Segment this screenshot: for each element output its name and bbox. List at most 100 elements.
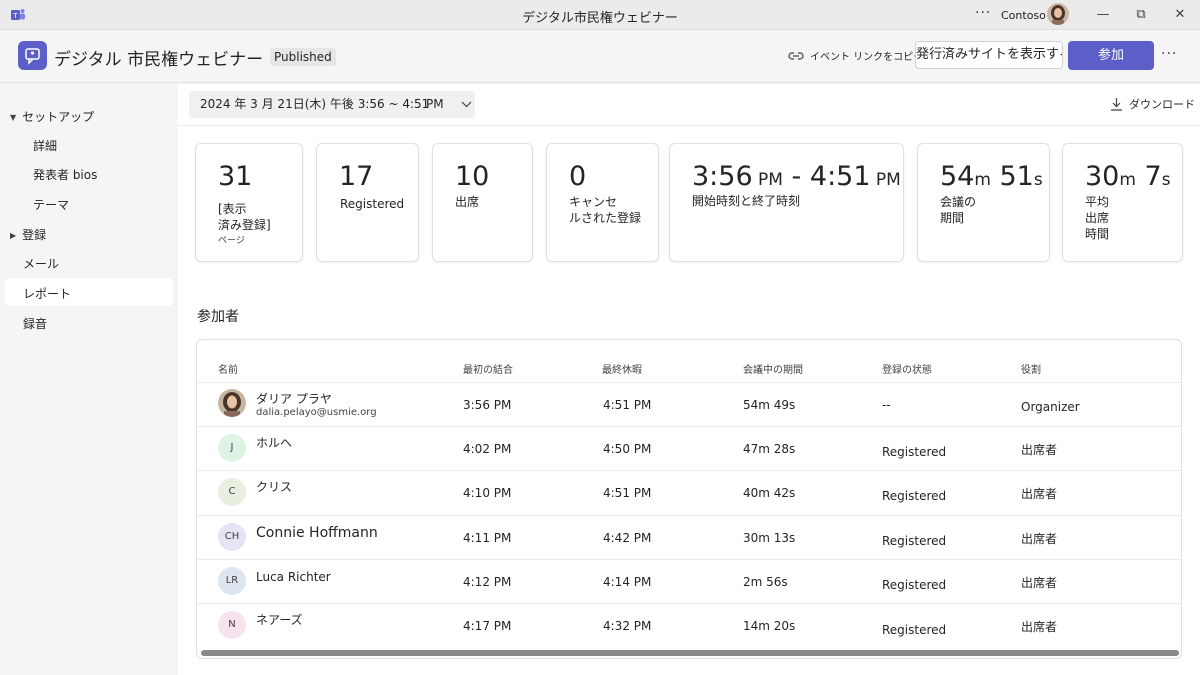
role: 出席者 bbox=[1021, 620, 1058, 634]
webinar-app-icon bbox=[18, 41, 47, 70]
org-name[interactable]: Contoso bbox=[1001, 9, 1046, 22]
first-join: 4:10 PM bbox=[463, 486, 512, 500]
stat-label: 開始時刻と終了時刻 bbox=[692, 194, 801, 208]
stat-card-meeting-duration: 54m 51s 会議の 期間 bbox=[917, 143, 1050, 262]
stat-card-cancelled: 0 キャンセ ルされた登録 bbox=[546, 143, 659, 262]
date-range-suffix: PM bbox=[426, 97, 444, 111]
download-icon bbox=[1111, 98, 1122, 111]
stat-value: 31 bbox=[218, 161, 253, 192]
attendee-name: ホルヘ bbox=[256, 436, 293, 450]
view-published-site-button[interactable]: 発行済みサイトを表示する bbox=[915, 41, 1063, 69]
divider bbox=[178, 125, 1200, 126]
avatar: LR bbox=[218, 567, 246, 595]
caret-down-icon: ▼ bbox=[10, 113, 17, 122]
sidebar-item-label: レポート bbox=[23, 287, 72, 301]
duration: 14m 20s bbox=[743, 619, 796, 633]
registration-status: Registered bbox=[882, 578, 947, 592]
attendee-name: ネアーズ bbox=[256, 613, 303, 627]
date-range-value: 2024 年 3 月 21日(木) 午後 3:56 ~ 4:51 bbox=[200, 97, 430, 111]
minimize-button[interactable]: — bbox=[1093, 5, 1113, 25]
table-row[interactable]: LR Luca Richter 4:12 PM 4:14 PM 2m 56s R… bbox=[197, 559, 1181, 603]
table-row[interactable]: C クリス 4:10 PM 4:51 PM 40m 42s Registered… bbox=[197, 470, 1181, 514]
stat-card-start-end-time: 3:56 PM - 4:51 PM 開始時刻と終了時刻 bbox=[669, 143, 904, 262]
status-badge: Published bbox=[270, 48, 336, 66]
stat-label: [表示 済み登録] bbox=[218, 202, 271, 232]
stat-label: Registered bbox=[340, 197, 405, 211]
last-leave: 4:42 PM bbox=[603, 531, 652, 545]
last-leave: 4:51 PM bbox=[603, 398, 652, 412]
first-join: 4:11 PM bbox=[463, 531, 512, 545]
stat-value: 17 bbox=[339, 161, 374, 192]
sidebar-item-setup[interactable]: ▼ セットアップ bbox=[10, 108, 94, 125]
role: 出席者 bbox=[1021, 487, 1058, 501]
report-panel: 2024 年 3 月 21日(木) 午後 3:56 ~ 4:51 PM ダウンロ… bbox=[178, 84, 1200, 675]
horizontal-scrollbar[interactable] bbox=[201, 650, 1179, 656]
sidebar-item-reports[interactable]: レポート bbox=[5, 278, 173, 306]
close-button[interactable]: ✕ bbox=[1170, 5, 1190, 25]
stat-label: キャンセ ルされた登録 bbox=[569, 195, 642, 225]
attendee-name: Connie Hoffmann bbox=[256, 525, 378, 541]
column-header-first-join[interactable]: 最初の結合 bbox=[463, 361, 513, 376]
sidebar-item-label: セットアップ bbox=[22, 110, 95, 124]
sidebar-item-registration[interactable]: ▶ 登録 bbox=[10, 226, 46, 243]
sidebar-item-details[interactable]: 詳細 bbox=[33, 137, 57, 154]
sidebar-item-presenter-bios[interactable]: 発表者 bios bbox=[33, 166, 97, 183]
stat-label: 平均 出席 時間 bbox=[1085, 195, 1110, 241]
first-join: 4:12 PM bbox=[463, 575, 512, 589]
attendee-email: dalia.pelayo@usmie.org bbox=[256, 407, 377, 418]
sidebar-item-email[interactable]: メール bbox=[23, 255, 59, 272]
column-header-name[interactable]: 名前 bbox=[218, 361, 238, 376]
role: 出席者 bbox=[1021, 532, 1058, 546]
stat-value: 3:56 PM - 4:51 PM bbox=[692, 161, 901, 192]
stat-card-registered: 17 Registered bbox=[316, 143, 419, 262]
stat-card-attended: 10 出席 bbox=[432, 143, 533, 262]
more-actions-icon[interactable]: ··· bbox=[1161, 46, 1177, 62]
role: 出席者 bbox=[1021, 443, 1058, 457]
sidebar-item-recordings[interactable]: 録音 bbox=[23, 315, 47, 332]
more-options-icon[interactable]: ··· bbox=[975, 5, 991, 21]
duration: 54m 49s bbox=[743, 398, 796, 412]
table-row[interactable]: J ホルヘ 4:02 PM 4:50 PM 47m 28s Registered… bbox=[197, 426, 1181, 470]
sidebar-item-theme[interactable]: テーマ bbox=[33, 196, 69, 213]
avatar: C bbox=[218, 478, 246, 506]
download-label: ダウンロード bbox=[1129, 98, 1195, 111]
stat-sublabel: ページ bbox=[218, 236, 245, 246]
role: Organizer bbox=[1021, 400, 1080, 414]
last-leave: 4:50 PM bbox=[603, 442, 652, 456]
first-join: 4:02 PM bbox=[463, 442, 512, 456]
user-avatar[interactable] bbox=[1047, 3, 1069, 25]
table-row[interactable]: ダリア プラヤ dalia.pelayo@usmie.org 3:56 PM 4… bbox=[197, 382, 1181, 426]
duration: 40m 42s bbox=[743, 486, 796, 500]
stat-value: 0 bbox=[569, 161, 587, 192]
restore-button[interactable]: ⧉ bbox=[1131, 5, 1151, 25]
attendees-table: 名前 最初の結合 最終休暇 会議中の期間 登録の状態 役割 ダリア プラヤ da… bbox=[196, 339, 1182, 659]
date-range-dropdown[interactable]: 2024 年 3 月 21日(木) 午後 3:56 ~ 4:51 PM bbox=[189, 91, 475, 118]
sidebar-item-label: 登録 bbox=[22, 228, 47, 242]
first-join: 3:56 PM bbox=[463, 398, 512, 412]
registration-status: Registered bbox=[882, 489, 947, 503]
registration-status: -- bbox=[882, 398, 891, 412]
download-button[interactable]: ダウンロード bbox=[1110, 96, 1195, 112]
registration-status: Registered bbox=[882, 623, 947, 637]
column-header-role[interactable]: 役割 bbox=[1021, 361, 1041, 376]
registration-status: Registered bbox=[882, 534, 947, 548]
event-header: デジタル 市民権ウェビナー Published イベント リンクをコピーする 発… bbox=[0, 30, 1200, 83]
attendee-name: ダリア プラヤ bbox=[256, 392, 332, 406]
last-leave: 4:14 PM bbox=[603, 575, 652, 589]
stat-label: 出席 bbox=[455, 195, 480, 209]
attendee-name: Luca Richter bbox=[256, 570, 331, 584]
stat-label: 会議の 期間 bbox=[940, 195, 977, 225]
column-header-last-leave[interactable]: 最終休暇 bbox=[602, 361, 642, 376]
role: 出席者 bbox=[1021, 576, 1058, 590]
chevron-down-icon bbox=[461, 91, 472, 128]
stat-card-page-views: 31 [表示 済み登録] ページ bbox=[195, 143, 303, 262]
column-header-duration[interactable]: 会議中の期間 bbox=[743, 361, 803, 376]
attendee-name: クリス bbox=[256, 480, 293, 494]
join-button[interactable]: 参加 bbox=[1068, 41, 1154, 70]
avatar: CH bbox=[218, 523, 246, 551]
column-header-registration-status[interactable]: 登録の状態 bbox=[882, 361, 932, 376]
stat-value: 54m 51s bbox=[940, 161, 1043, 192]
table-row[interactable]: N ネアーズ 4:17 PM 4:32 PM 14m 20s Registere… bbox=[197, 603, 1181, 647]
table-row[interactable]: CH Connie Hoffmann 4:11 PM 4:42 PM 30m 1… bbox=[197, 515, 1181, 559]
caret-right-icon: ▶ bbox=[10, 231, 17, 240]
